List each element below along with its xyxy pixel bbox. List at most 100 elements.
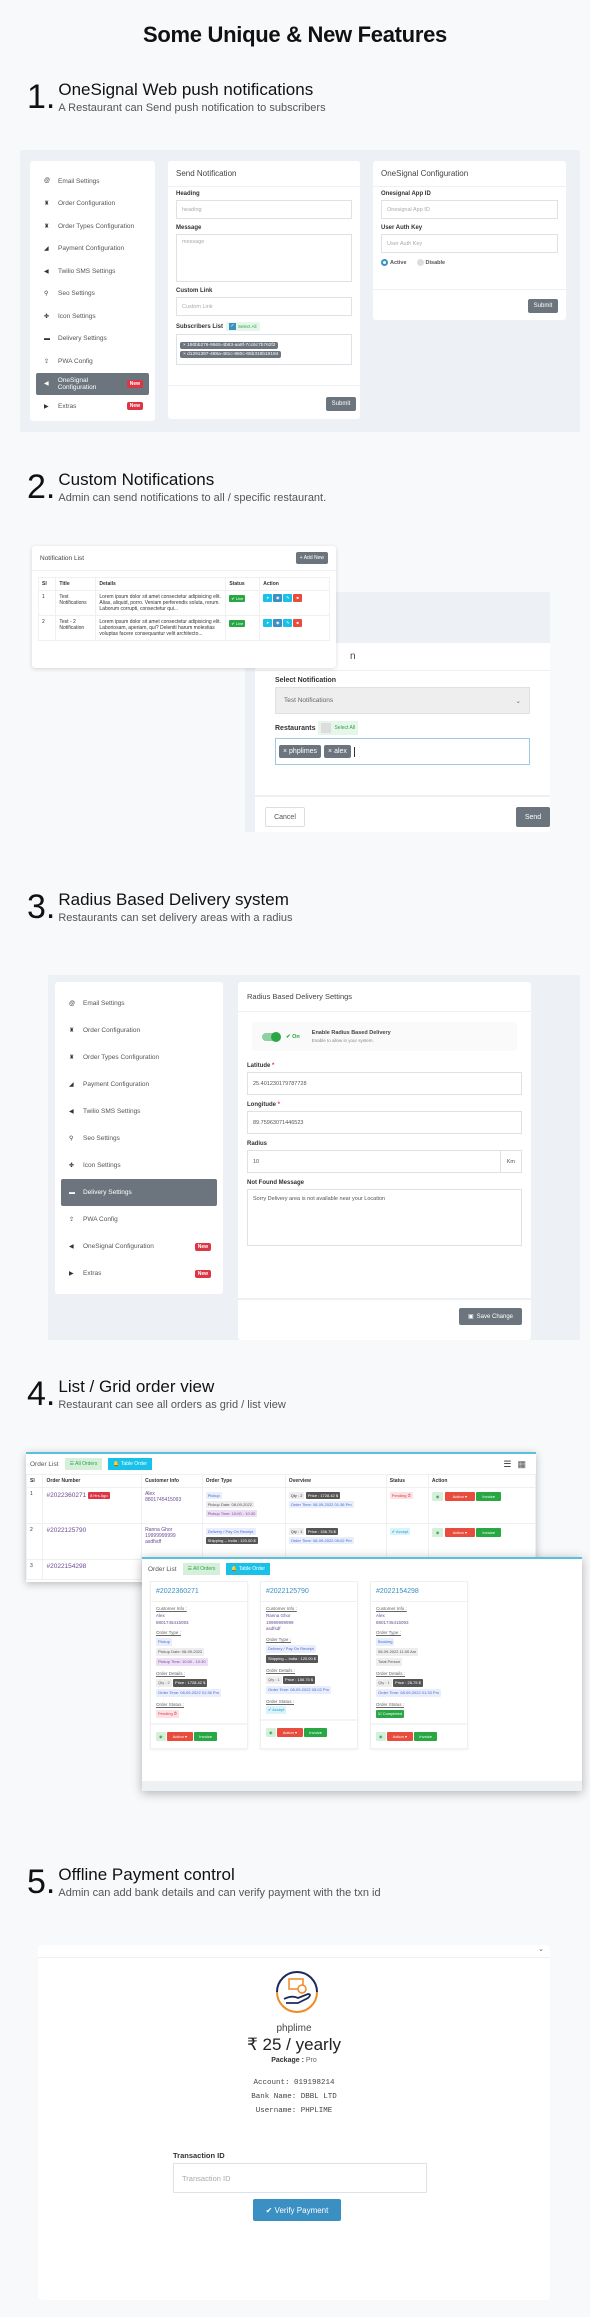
disable-radio[interactable]: Disable	[416, 259, 445, 266]
restaurant-chip[interactable]: × alex	[324, 745, 351, 758]
setting-icon: ⚲	[44, 291, 49, 298]
restaurants-select[interactable]: × phplimes × alex	[275, 738, 530, 765]
grid-view-icon[interactable]: ▦	[517, 1459, 526, 1470]
sidebar-item[interactable]: ▶ Extras New	[61, 1260, 217, 1287]
order-number[interactable]: #2022154298	[371, 1582, 467, 1602]
price-tag: Price : 28.75 $	[393, 1678, 423, 1687]
notification-select[interactable]: Test Notifications ⌄	[275, 687, 530, 714]
sidebar-item[interactable]: ⇪ PWA Config	[61, 1206, 217, 1233]
submit-button[interactable]: Submit	[528, 299, 558, 313]
app-id-input[interactable]: Onesignal App ID	[381, 200, 558, 219]
section-title: Radius Based Delivery system	[58, 890, 289, 909]
sidebar-item[interactable]: ◀ Twilio SMS Settings	[36, 260, 149, 283]
longitude-input[interactable]: 89.75963071446523	[247, 1111, 522, 1134]
sidebar-item[interactable]: ♜ Order Types Configuration	[61, 1044, 217, 1071]
radius-toggle[interactable]	[262, 1031, 281, 1042]
custom-link-input[interactable]: Custom Link	[176, 297, 352, 316]
subscribers-select[interactable]: × 190bb276-9565-4b63-aa8f-7cc6c7b762f2 ×…	[176, 334, 352, 365]
radius-input[interactable]: 10 Km	[247, 1150, 522, 1173]
all-orders-button[interactable]: ☰ All Orders	[64, 1458, 103, 1470]
sidebar-item[interactable]: ✤ Icon Settings	[36, 305, 149, 328]
sidebar-item[interactable]: ♜ Order Configuration	[61, 1017, 217, 1044]
invoice-button[interactable]: Invoice	[414, 1731, 437, 1741]
table-order-button[interactable]: 🔔 Table Order	[226, 1563, 271, 1575]
sidebar-item[interactable]: ▬ Delivery Settings	[36, 328, 149, 351]
sidebar-item[interactable]: ✤ Icon Settings	[61, 1152, 217, 1179]
add-new-button[interactable]: + Add New	[295, 552, 328, 564]
sidebar-item[interactable]: ◀ OneSignal Configuration New	[36, 372, 149, 395]
sidebar-item[interactable]: ◢ Payment Configuration	[36, 238, 149, 261]
sidebar-item[interactable]: ◢ Payment Configuration	[61, 1071, 217, 1098]
invoice-button[interactable]: Invoice	[304, 1728, 327, 1738]
table-order-button[interactable]: 🔔 Table Order	[108, 1458, 153, 1470]
order-type-tag: Pickup	[205, 1492, 222, 1499]
action-dropdown[interactable]: Action ▾	[386, 1731, 414, 1741]
select-all-label: Select All	[334, 725, 356, 731]
sidebar-item[interactable]: ▬ Delivery Settings	[61, 1179, 217, 1206]
latitude-input[interactable]: 25.401230179787728	[247, 1072, 522, 1095]
trash-icon[interactable]: ■	[293, 594, 303, 602]
list-view-icon[interactable]: ☰	[503, 1459, 511, 1470]
eye-icon[interactable]: ◉	[273, 594, 283, 602]
invoice-button[interactable]: Invoice	[476, 1528, 502, 1537]
subscriber-chip[interactable]: × d1291397-488a-481c-860c-65b318b19194	[180, 350, 282, 358]
chevron-down-icon[interactable]: ⌄	[538, 1945, 544, 1953]
setting-icon: ▶	[69, 1271, 74, 1277]
message-textarea[interactable]: message	[176, 234, 352, 282]
invoice-button[interactable]: Invoice	[476, 1492, 502, 1501]
sidebar-item[interactable]: ▶ Extras New	[36, 395, 149, 418]
restaurant-chip[interactable]: × phplimes	[279, 745, 322, 758]
order-number[interactable]: #2022360271	[46, 1492, 86, 1499]
sidebar-item[interactable]: ⚲ Seo Settings	[61, 1125, 217, 1152]
action-dropdown[interactable]: Action ▾	[444, 1492, 475, 1501]
auth-key-input[interactable]: User Auth Key	[381, 234, 558, 253]
send-icon[interactable]: ➤	[263, 594, 273, 602]
eye-icon[interactable]: ◉	[273, 619, 283, 627]
verify-payment-button[interactable]: ✔ Verify Payment	[253, 2199, 341, 2221]
view-button[interactable]: ◉	[431, 1492, 444, 1501]
order-number[interactable]: #2022125790	[46, 1527, 86, 1534]
not-found-textarea[interactable]: Sorry Delivery area is not available nea…	[247, 1189, 522, 1246]
select-all-checkbox[interactable]: Select All	[318, 721, 359, 735]
action-dropdown[interactable]: Action ▾	[166, 1731, 194, 1741]
onesignal-screenshot: @ Email Settings ♜ Order Configuration ♜…	[20, 150, 580, 432]
trash-icon[interactable]: ■	[293, 619, 303, 627]
invoice-button[interactable]: Invoice	[194, 1731, 217, 1741]
price-tag: Price : 156.75 $	[305, 1528, 338, 1535]
subscriber-chip[interactable]: × 190bb276-9565-4b63-aa8f-7cc6c7b762f2	[180, 341, 279, 349]
sidebar-item[interactable]: ◀ Twilio SMS Settings	[61, 1098, 217, 1125]
view-button[interactable]: ◉	[156, 1731, 166, 1741]
sidebar-item[interactable]: ⇪ PWA Config	[36, 350, 149, 373]
sidebar-item[interactable]: ♜ Order Types Configuration	[36, 215, 149, 238]
subscribers-label: Subscribers List	[176, 323, 224, 330]
send-icon[interactable]: ➤	[263, 619, 273, 627]
sidebar-item[interactable]: @ Email Settings	[36, 170, 149, 193]
heading-input[interactable]: heading	[176, 200, 352, 219]
sidebar-item-label: Order Configuration	[83, 1027, 141, 1034]
order-number[interactable]: #2022154298	[46, 1563, 86, 1570]
order-number[interactable]: #2022360271	[151, 1582, 247, 1602]
view-button[interactable]: ◉	[266, 1728, 276, 1738]
transaction-id-input[interactable]: Transaction ID	[173, 2163, 427, 2193]
checkbox-icon	[321, 723, 332, 733]
cancel-button[interactable]: Cancel	[265, 807, 305, 827]
action-dropdown[interactable]: Action ▾	[276, 1728, 304, 1738]
submit-button[interactable]: Submit	[326, 397, 356, 411]
save-change-button[interactable]: ▣ Save Change	[459, 1308, 522, 1325]
payment-logo	[272, 1967, 322, 2017]
sidebar-item[interactable]: ♜ Order Configuration	[36, 193, 149, 216]
sidebar-item[interactable]: ⚲ Seo Settings	[36, 283, 149, 306]
active-radio[interactable]: Active	[381, 259, 407, 266]
order-number[interactable]: #2022125790	[261, 1582, 357, 1602]
setting-icon: @	[69, 1000, 76, 1007]
select-all-checkbox[interactable]: ✓ Select All	[226, 322, 260, 331]
edit-icon[interactable]: ✎	[283, 594, 293, 602]
sidebar-item[interactable]: @ Email Settings	[61, 990, 217, 1017]
view-button[interactable]: ◉	[431, 1528, 444, 1537]
send-button[interactable]: Send	[516, 807, 550, 827]
sidebar-item[interactable]: ◀ OneSignal Configuration New	[61, 1233, 217, 1260]
action-dropdown[interactable]: Action ▾	[444, 1528, 475, 1537]
all-orders-button[interactable]: ☰ All Orders	[182, 1563, 221, 1575]
edit-icon[interactable]: ✎	[283, 619, 293, 627]
view-button[interactable]: ◉	[376, 1731, 386, 1741]
